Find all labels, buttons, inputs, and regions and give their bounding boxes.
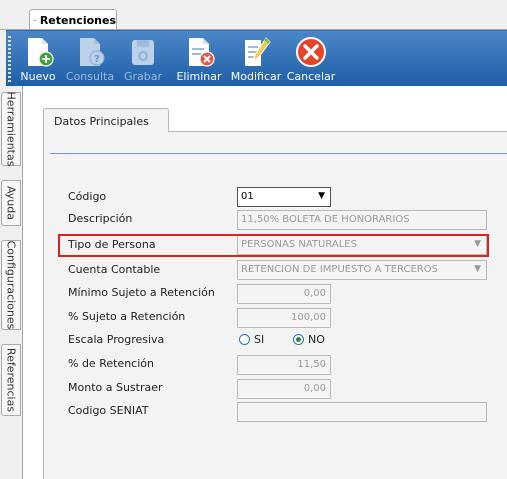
- query-document-icon: ?: [80, 38, 105, 66]
- document-tab-strip: Retenciones: [0, 0, 507, 30]
- codigo-combo[interactable]: 01 ▼: [237, 187, 331, 207]
- label-pct-retencion: % de Retención: [68, 357, 154, 370]
- toolbar: Nuevo ? Consulta Grabar Eliminar Modific…: [6, 30, 507, 86]
- save-disk-icon: [132, 40, 154, 65]
- eliminar-button[interactable]: Eliminar: [176, 35, 222, 85]
- delete-document-icon: [189, 38, 215, 67]
- label-descripcion: Descripción: [68, 212, 133, 225]
- highlight-box: [58, 234, 489, 257]
- chevron-down-icon: ▼: [318, 191, 325, 201]
- new-document-icon: [28, 38, 54, 67]
- section-divider: [50, 153, 507, 154]
- radio-no[interactable]: NO: [293, 333, 325, 346]
- radio-circle: [239, 334, 250, 345]
- label-escala-progresiva: Escala Progresiva: [68, 333, 165, 346]
- tab-title: Retenciones: [39, 13, 116, 27]
- side-tab-configuraciones[interactable]: Configuraciones: [1, 240, 21, 330]
- label-codigo: Código: [68, 190, 107, 203]
- nuevo-button[interactable]: Nuevo: [15, 35, 61, 85]
- label-monto-sustraer: Monto a Sustraer: [68, 381, 163, 394]
- svg-text:?: ?: [94, 54, 100, 65]
- toolbar-grip[interactable]: [8, 36, 11, 82]
- form-area: [43, 131, 507, 479]
- tab-datos-principales[interactable]: Datos Principales: [43, 108, 169, 132]
- monto-sustraer-field[interactable]: 0,00: [237, 379, 331, 399]
- pct-sujeto-field[interactable]: 100,00: [237, 308, 331, 328]
- chevron-down-icon: ▼: [474, 264, 481, 274]
- tab-retenciones[interactable]: Retenciones: [29, 9, 117, 30]
- grabar-button[interactable]: Grabar: [122, 35, 164, 85]
- tag-icon: [34, 19, 36, 21]
- descripcion-field[interactable]: 11,50% BOLETA DE HONORARIOS: [237, 210, 487, 230]
- cancelar-button[interactable]: Cancelar: [287, 35, 335, 85]
- retenciones-window: Retenciones Nuevo ? Consulta Grabar Elim…: [0, 0, 507, 479]
- label-pct-sujeto: % Sujeto a Retención: [68, 310, 186, 323]
- radio-circle-selected: [293, 334, 304, 345]
- side-tab-referencias[interactable]: Referencias: [1, 344, 21, 416]
- side-tabs: Herramientas Ayuda Configuraciones Refer…: [0, 86, 22, 479]
- label-minimo-sujeto: Mínimo Sujeto a Retención: [68, 286, 215, 299]
- side-tab-herramientas[interactable]: Herramientas: [1, 92, 21, 166]
- side-tab-ayuda[interactable]: Ayuda: [1, 180, 21, 226]
- label-codigo-seniat: Codigo SENIAT: [68, 404, 149, 417]
- modificar-button[interactable]: Modificar: [230, 35, 282, 85]
- codigo-seniat-field[interactable]: [237, 402, 487, 422]
- main-panel: Datos Principales Código 01 ▼ Descripció…: [22, 86, 507, 479]
- cuenta-contable-combo[interactable]: RETENCION DE IMPUESTO A TERCEROS ▼: [237, 260, 487, 280]
- minimo-sujeto-field[interactable]: 0,00: [237, 284, 331, 304]
- radio-si[interactable]: SI: [239, 333, 264, 346]
- cancel-icon: [296, 37, 326, 67]
- pct-retencion-field[interactable]: 11,50: [237, 355, 331, 375]
- consulta-button[interactable]: ? Consulta: [65, 35, 115, 85]
- label-cuenta-contable: Cuenta Contable: [68, 263, 161, 276]
- edit-document-icon: [245, 37, 271, 66]
